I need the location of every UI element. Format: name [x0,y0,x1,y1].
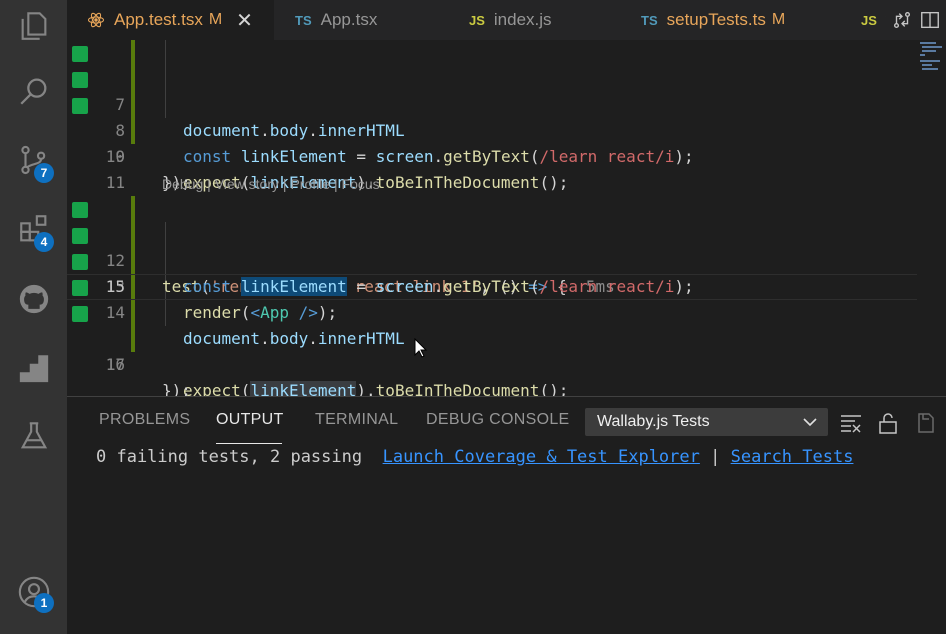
accounts-badge: 1 [34,593,54,613]
activity-bar: 7 4 1 [0,0,67,634]
explorer-icon[interactable] [0,0,67,52]
output-channel-select[interactable]: Wallaby.js Tests [585,408,828,436]
codelens: Debug | View story | Profile | Focus [162,176,380,192]
output-text: 0 failing tests, 2 passing Launch Covera… [96,447,854,467]
compare-changes-icon[interactable] [891,9,913,31]
test-passed-icon [72,202,88,218]
code-line: 10 }); [67,118,917,192]
tab-label: App.test.tsx [114,10,203,29]
codelens-view-story[interactable]: View story [215,176,279,192]
active-tab-indicator [216,443,282,444]
testing-flask-icon[interactable] [0,410,67,462]
line-number: 17 [105,355,125,374]
code-editor[interactable]: 7 document.body.innerHTML 8 const linkEl… [67,40,946,396]
code-line: 16 expect(linkElement).toBeInTheDocument… [67,300,917,396]
code-line: 9 expect(linkElement).toBeInTheDocument(… [67,92,917,192]
test-passed-icon [72,280,88,296]
tab-label: setupTests.ts [666,10,766,29]
code-line: 14 document.body.innerHTML [67,248,917,348]
tab-index-js[interactable]: JS index.js [469,0,552,40]
test-passed-icon [72,46,88,62]
line-number: 11 [105,173,125,192]
token: expect [183,381,241,396]
tab-debug-console[interactable]: DEBUG CONSOLE [426,411,570,429]
bottom-panel: PROBLEMS OUTPUT TERMINAL DEBUG CONSOLE W… [67,396,946,634]
typescript-icon: TS [295,12,312,28]
line-number: 15 [105,277,125,296]
selected-token: linkElement [240,277,347,296]
launch-coverage-link[interactable]: Launch Coverage & Test Explorer [383,447,700,467]
codelens-focus[interactable]: Focus [342,176,380,192]
modified-indicator: M [771,11,786,28]
test-passed-icon [72,254,88,270]
split-editor-icon[interactable] [919,9,941,31]
tab-app-tsx[interactable]: TS App.tsx [295,0,377,40]
tab-setuptests-ts[interactable]: TS setupTests.ts M [641,0,785,40]
javascript-icon: JS [469,12,485,28]
close-icon[interactable]: ✕ [236,8,253,33]
javascript-icon: JS [861,12,877,28]
tab-terminal[interactable]: TERMINAL [315,411,398,429]
extensions-icon[interactable]: 4 [0,203,67,255]
github-icon[interactable] [0,273,67,325]
tab-output[interactable]: OUTPUT [216,411,284,429]
modified-indicator: M [208,11,223,28]
code-line-current: 15 const linkElement = screen.getByText(… [67,274,917,300]
code-line: 13 render(<App />); [67,222,917,322]
test-passed-icon [72,72,88,88]
test-passed-icon [72,98,88,114]
highlighted-token: linkElement [250,381,357,396]
editor-tabs: App.test.tsx M ✕ TS App.tsx JS index.js … [67,0,946,40]
tab-problems[interactable]: PROBLEMS [99,411,190,429]
lock-scroll-icon[interactable] [876,411,900,435]
code-line: 7 document.body.innerHTML [67,40,917,140]
token: toBeInTheDocument [375,381,540,396]
react-icon [87,11,105,29]
code-line: 17 }); [67,326,917,396]
tab-actions [886,0,946,40]
code-line: 8 const linkElement = screen.getByText(/… [67,66,917,166]
token: /learn react/i [539,277,675,296]
token: const [183,277,232,296]
token: screen [375,277,434,296]
storybook-icon[interactable] [0,342,67,394]
token: toBeInTheDocument [375,173,540,192]
minimap[interactable] [916,40,946,80]
tab-label: index.js [493,10,552,29]
source-control-icon[interactable]: 7 [0,134,67,186]
token: getByText [443,277,530,296]
output-channel-value: Wallaby.js Tests [597,413,710,430]
codelens-profile[interactable]: Profile [290,176,330,192]
extensions-badge: 4 [34,232,54,252]
test-passed-icon [72,228,88,244]
source-control-badge: 7 [34,163,54,183]
test-passed-icon [72,306,88,322]
open-in-editor-icon[interactable] [914,411,938,435]
search-tests-link[interactable]: Search Tests [731,447,854,467]
tab-app-test-tsx[interactable]: App.test.tsx M ✕ [67,0,274,40]
code-line: 11 [67,144,917,192]
codelens-debug[interactable]: Debug [162,176,203,192]
mouse-cursor-icon [414,337,428,363]
search-icon[interactable] [0,65,67,117]
chevron-down-icon [803,418,817,427]
accounts-icon[interactable]: 1 [0,566,67,618]
typescript-icon: TS [641,12,658,28]
test-status: 0 failing tests, 2 passing [96,447,363,467]
code-line: 12 test('renders learn react link 1', ()… [67,196,917,296]
tab-label: App.tsx [320,10,378,29]
clear-output-icon[interactable] [839,411,863,435]
